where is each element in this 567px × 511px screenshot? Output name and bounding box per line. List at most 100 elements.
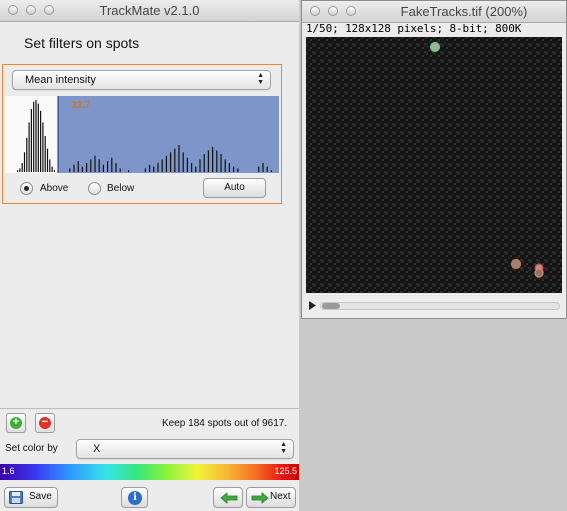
histogram-bar xyxy=(46,148,49,172)
histogram-bar xyxy=(216,150,218,172)
histogram-bar xyxy=(51,166,53,172)
color-by-label: Set color by xyxy=(5,443,58,454)
histogram-bar xyxy=(144,168,146,172)
histogram-bar xyxy=(161,159,163,172)
info-button[interactable]: i xyxy=(121,487,148,508)
histogram-bar xyxy=(165,155,167,172)
histogram-bar xyxy=(77,161,79,172)
histogram-bar xyxy=(49,159,51,172)
keep-spots-status: Keep 184 spots out of 9617. xyxy=(162,418,288,429)
feature-select[interactable]: Mean intensity ▲ ▼ xyxy=(12,70,271,90)
image-titlebar[interactable]: FakeTracks.tif (200%) xyxy=(302,1,566,23)
image-window-title: FakeTracks.tif (200%) xyxy=(400,4,528,19)
next-button-label: Next xyxy=(270,491,291,502)
histogram-bar xyxy=(28,122,30,172)
image-window: FakeTracks.tif (200%) 1/50; 128x128 pixe… xyxy=(301,0,567,319)
trackmate-titlebar[interactable]: TrackMate v2.1.0 xyxy=(0,0,299,22)
histogram-bar xyxy=(69,168,71,172)
image-info-line: 1/50; 128x128 pixels; 8-bit; 800K xyxy=(306,22,522,35)
histogram-bar xyxy=(178,145,180,172)
histogram-bar xyxy=(102,164,104,172)
histogram-bar xyxy=(26,137,28,172)
color-by-select[interactable]: X ▲ ▼ xyxy=(76,439,294,459)
histogram-bar xyxy=(207,150,209,172)
histogram-bar xyxy=(262,163,264,172)
next-button[interactable]: Next xyxy=(246,487,296,508)
histogram-bar xyxy=(19,168,21,172)
spot-filter-panel: Mean intensity ▲ ▼ 33.7 Above Below Auto xyxy=(2,64,282,204)
add-filter-button[interactable]: + xyxy=(6,413,26,433)
threshold-histogram[interactable]: 33.7 xyxy=(5,96,279,173)
histogram-bar xyxy=(199,159,201,172)
auto-threshold-button[interactable]: Auto xyxy=(203,178,266,198)
spot-marker xyxy=(510,258,522,270)
spot-marker xyxy=(429,41,441,53)
zoom-window-icon[interactable] xyxy=(346,6,356,16)
histogram-bar xyxy=(182,152,184,172)
color-by-value: X xyxy=(93,443,101,455)
minus-icon: − xyxy=(39,417,51,429)
histogram-bar xyxy=(237,168,239,172)
minimize-window-icon[interactable] xyxy=(328,6,338,16)
window-title: TrackMate v2.1.0 xyxy=(99,3,200,18)
image-overlay[interactable] xyxy=(306,37,562,293)
histogram-bar xyxy=(270,170,272,172)
frame-slider-track[interactable] xyxy=(320,302,560,310)
feature-select-value: Mean intensity xyxy=(25,74,96,86)
below-radio[interactable] xyxy=(88,182,101,195)
image-noise-background xyxy=(306,37,562,293)
play-icon[interactable] xyxy=(308,300,317,314)
remove-filter-button[interactable]: − xyxy=(35,413,55,433)
histogram-bar xyxy=(111,157,113,172)
histogram-bar xyxy=(224,159,226,172)
histogram-bar xyxy=(233,166,235,172)
select-arrows-icon: ▲ ▼ xyxy=(280,441,287,455)
save-button[interactable]: Save xyxy=(4,487,58,508)
histogram-bar xyxy=(170,152,172,172)
histogram-bar xyxy=(228,163,230,172)
spot-marker xyxy=(534,268,544,278)
histogram-bar xyxy=(86,163,88,172)
histogram-bar xyxy=(203,154,205,172)
select-arrows-icon: ▲ ▼ xyxy=(257,72,264,86)
histogram-bar xyxy=(33,101,35,172)
arrow-right-icon xyxy=(251,492,269,511)
above-radio[interactable] xyxy=(20,182,33,195)
histogram-bar xyxy=(98,159,100,172)
histogram-bar xyxy=(157,163,159,172)
histogram-bar xyxy=(174,148,176,172)
histogram-bar xyxy=(44,136,46,172)
histogram-bar xyxy=(119,168,121,172)
histogram-bar xyxy=(35,100,37,172)
previous-button[interactable] xyxy=(213,487,243,508)
histogram-bar xyxy=(94,155,96,172)
color-scale-max: 125.5 xyxy=(274,466,297,476)
histogram-bar xyxy=(37,103,39,172)
color-scale-min: 1.6 xyxy=(2,466,15,476)
histogram-bar xyxy=(81,166,83,172)
histogram-bar xyxy=(21,163,23,172)
histogram-bar xyxy=(258,166,260,172)
image-canvas[interactable] xyxy=(306,37,562,293)
save-icon xyxy=(9,491,23,504)
trackmate-window: TrackMate v2.1.0 Set filters on spots Me… xyxy=(0,0,299,511)
above-label: Above xyxy=(40,183,69,194)
histogram-bar xyxy=(128,170,130,172)
histogram-bar xyxy=(153,166,155,172)
histogram-bar xyxy=(266,166,268,172)
histogram-bar xyxy=(186,157,188,172)
info-icon: i xyxy=(128,491,142,505)
panel-title: Set filters on spots xyxy=(24,35,140,51)
close-window-icon[interactable] xyxy=(310,6,320,16)
frame-slider-thumb[interactable] xyxy=(322,303,340,309)
histogram-bar xyxy=(53,170,55,172)
histogram-bar xyxy=(195,166,197,172)
histogram-plot[interactable]: 33.7 xyxy=(5,96,279,173)
histogram-bar xyxy=(30,109,32,172)
histogram-bar xyxy=(220,154,222,172)
threshold-value-label: 33.7 xyxy=(71,100,91,111)
histogram-bar xyxy=(42,122,44,172)
plus-icon: + xyxy=(10,417,22,429)
histogram-bar xyxy=(191,163,193,172)
below-label: Below xyxy=(107,183,135,194)
